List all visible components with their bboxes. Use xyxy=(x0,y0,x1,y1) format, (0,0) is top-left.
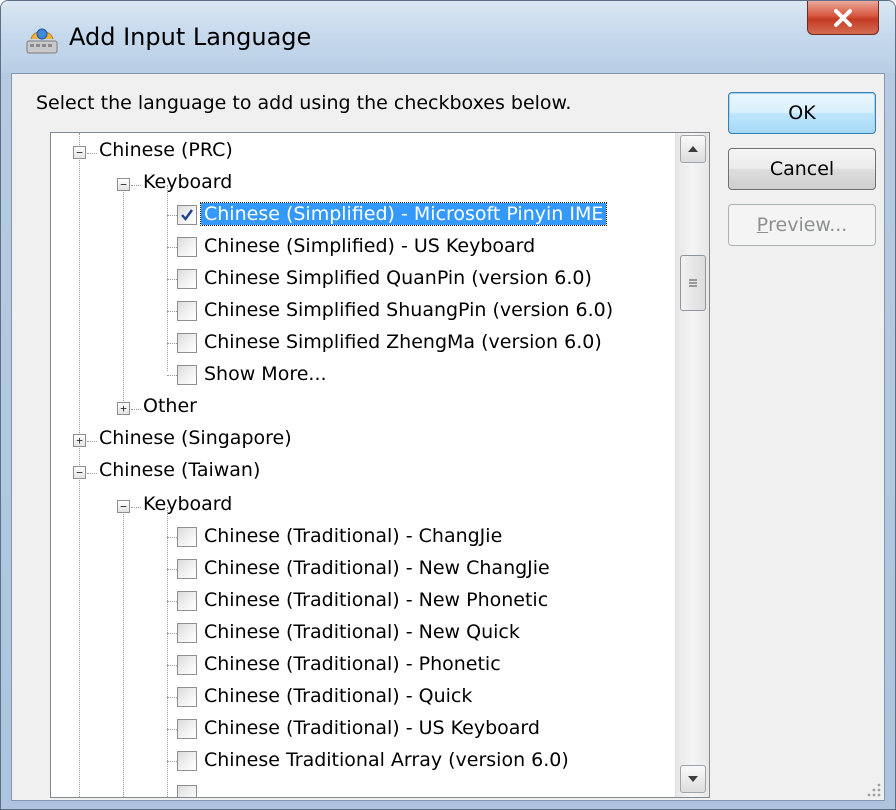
tree-connector xyxy=(87,441,97,442)
item-changjie[interactable]: Chinese (Traditional) - ChangJie xyxy=(204,525,502,547)
scroll-thumb[interactable] xyxy=(680,255,706,311)
collapse-toggle-taiwan[interactable]: − xyxy=(73,466,86,479)
item-new-phonetic[interactable]: Chinese (Traditional) - New Phonetic xyxy=(204,589,548,611)
instruction-text: Select the language to add using the che… xyxy=(36,92,572,114)
checkbox-new-phonetic[interactable] xyxy=(177,591,197,611)
tree-connector xyxy=(87,473,97,474)
item-show-more[interactable]: Show More... xyxy=(204,363,327,385)
item-quick[interactable]: Chinese (Traditional) - Quick xyxy=(204,685,472,707)
checkbox-traditional-array[interactable] xyxy=(177,751,197,771)
collapse-toggle-prc[interactable]: − xyxy=(73,146,86,159)
tree-node-chinese-singapore[interactable]: Chinese (Singapore) xyxy=(99,427,292,449)
checkbox-traditional-us-keyboard[interactable] xyxy=(177,719,197,739)
arrow-down-icon xyxy=(688,776,698,782)
checkbox-pinyin-ime[interactable] xyxy=(177,205,197,225)
scroll-down-button[interactable] xyxy=(680,765,706,793)
tree-guide xyxy=(167,507,168,797)
arrow-up-icon xyxy=(688,146,698,152)
expand-toggle-prc-other[interactable]: + xyxy=(117,402,130,415)
language-tree[interactable]: − Chinese (PRC) − Keyboard Chinese (Simp… xyxy=(50,132,710,798)
checkbox-phonetic[interactable] xyxy=(177,655,197,675)
checkmark-icon xyxy=(181,209,193,221)
checkbox-new-quick[interactable] xyxy=(177,623,197,643)
checkbox-quick[interactable] xyxy=(177,687,197,707)
close-icon xyxy=(834,8,852,27)
tree-connector xyxy=(131,507,141,508)
tree-guide xyxy=(123,185,124,403)
preview-button[interactable]: Preview... xyxy=(728,204,876,246)
tree-connector xyxy=(131,185,141,186)
ok-button[interactable]: OK xyxy=(728,92,876,134)
item-quanpin[interactable]: Chinese Simplified QuanPin (version 6.0) xyxy=(204,267,592,289)
keyboard-language-icon xyxy=(26,28,58,54)
item-new-changjie[interactable]: Chinese (Traditional) - New ChangJie xyxy=(204,557,550,579)
tree-node-prc-other[interactable]: Other xyxy=(143,395,197,417)
checkbox-changjie[interactable] xyxy=(177,527,197,547)
item-traditional-array[interactable]: Chinese Traditional Array (version 6.0) xyxy=(204,749,569,771)
tree-node-chinese-prc[interactable]: Chinese (PRC) xyxy=(99,139,233,161)
window-title: Add Input Language xyxy=(69,23,312,51)
checkbox-show-more[interactable] xyxy=(177,365,197,385)
item-pinyin-ime[interactable]: Chinese (Simplified) - Microsoft Pinyin … xyxy=(199,202,608,226)
tree-connector xyxy=(131,409,141,410)
item-traditional-us-keyboard[interactable]: Chinese (Traditional) - US Keyboard xyxy=(204,717,540,739)
item-shuangpin[interactable]: Chinese Simplified ShuangPin (version 6.… xyxy=(204,299,613,321)
title-bar[interactable]: Add Input Language xyxy=(1,1,895,73)
item-new-quick[interactable]: Chinese (Traditional) - New Quick xyxy=(204,621,520,643)
scroll-up-button[interactable] xyxy=(680,135,706,163)
add-input-language-dialog: Add Input Language Select the language t… xyxy=(0,0,896,810)
checkbox-quanpin[interactable] xyxy=(177,269,197,289)
tree-node-prc-keyboard[interactable]: Keyboard xyxy=(143,171,232,193)
tree-content: − Chinese (PRC) − Keyboard Chinese (Simp… xyxy=(51,133,651,797)
checkbox-partial-row[interactable] xyxy=(177,785,197,797)
collapse-toggle-prc-keyboard[interactable]: − xyxy=(117,178,130,191)
cancel-button[interactable]: Cancel xyxy=(728,148,876,190)
item-zhengma[interactable]: Chinese Simplified ZhengMa (version 6.0) xyxy=(204,331,602,353)
item-simplified-us-keyboard[interactable]: Chinese (Simplified) - US Keyboard xyxy=(204,235,535,257)
item-phonetic[interactable]: Chinese (Traditional) - Phonetic xyxy=(204,653,501,675)
checkbox-new-changjie[interactable] xyxy=(177,559,197,579)
preview-label: review... xyxy=(768,214,848,236)
collapse-toggle-taiwan-keyboard[interactable]: − xyxy=(117,500,130,513)
preview-accelerator: P xyxy=(756,214,769,236)
vertical-scrollbar[interactable] xyxy=(675,133,709,797)
tree-node-chinese-taiwan[interactable]: Chinese (Taiwan) xyxy=(99,459,260,481)
tree-connector xyxy=(87,153,97,154)
checkbox-shuangpin[interactable] xyxy=(177,301,197,321)
resize-grip-icon[interactable] xyxy=(864,780,882,798)
dialog-body: Select the language to add using the che… xyxy=(11,73,885,801)
checkbox-zhengma[interactable] xyxy=(177,333,197,353)
grip-lines-icon xyxy=(689,279,697,287)
tree-node-taiwan-keyboard[interactable]: Keyboard xyxy=(143,493,232,515)
tree-guide xyxy=(123,507,124,797)
expand-toggle-singapore[interactable]: + xyxy=(73,434,86,447)
close-button[interactable] xyxy=(807,1,879,35)
checkbox-simplified-us-keyboard[interactable] xyxy=(177,237,197,257)
